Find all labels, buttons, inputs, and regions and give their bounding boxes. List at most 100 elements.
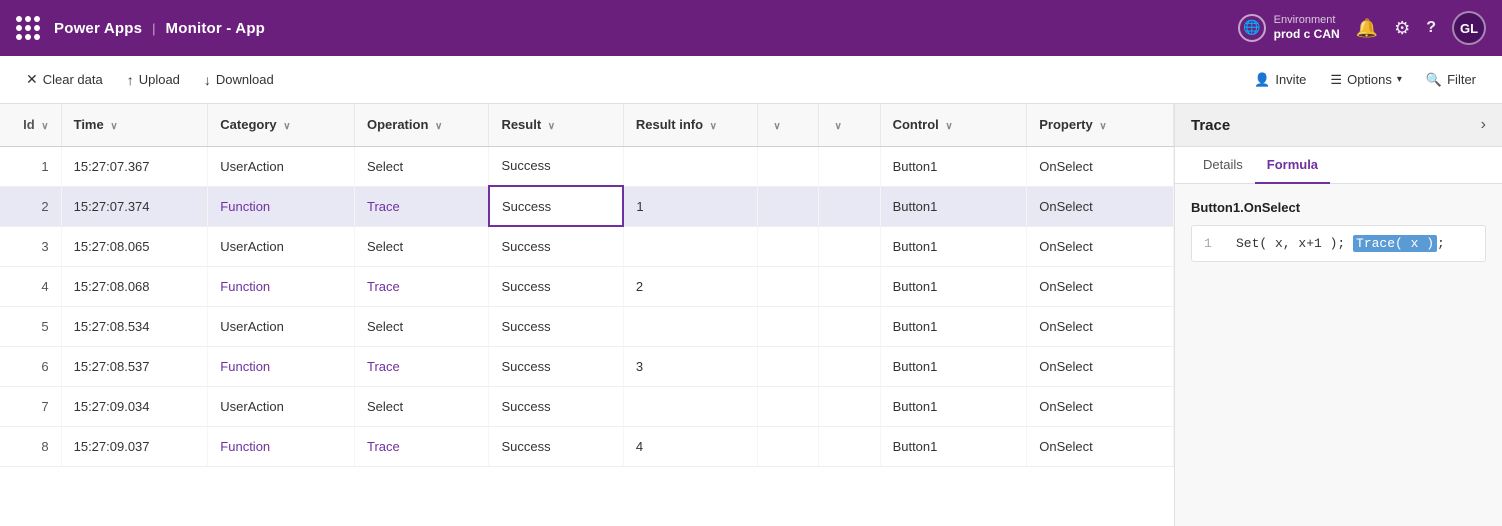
help-icon[interactable]: ?: [1426, 19, 1436, 37]
toolbar: ✕ Clear data ↑ Upload ↓ Download 👤 Invit…: [0, 56, 1502, 104]
table-row[interactable]: 8 15:27:09.037 Function Trace Success 4 …: [0, 426, 1174, 466]
cell-category: Function: [208, 186, 355, 226]
panel-header: Trace ›: [1175, 104, 1502, 147]
bell-icon[interactable]: 🔔: [1356, 18, 1378, 39]
col-header-extra1[interactable]: ∨: [758, 104, 819, 146]
panel-tabs: Details Formula: [1175, 147, 1502, 184]
col-header-operation[interactable]: Operation ∨: [354, 104, 488, 146]
cell-operation: Select: [354, 226, 488, 266]
cell-control: Button1: [880, 226, 1027, 266]
options-label: Options: [1347, 72, 1392, 87]
col-header-category[interactable]: Category ∨: [208, 104, 355, 146]
col-header-extra2[interactable]: ∨: [819, 104, 880, 146]
avatar[interactable]: GL: [1452, 11, 1486, 45]
cell-result: Success: [489, 386, 623, 426]
cell-category: UserAction: [208, 226, 355, 266]
cell-control: Button1: [880, 266, 1027, 306]
cell-extra2: [819, 146, 880, 186]
tab-formula[interactable]: Formula: [1255, 147, 1330, 184]
cell-resultinfo: 3: [623, 346, 757, 386]
cell-time: 15:27:08.534: [61, 306, 208, 346]
cell-resultinfo: [623, 146, 757, 186]
cell-time: 15:27:09.034: [61, 386, 208, 426]
waffle-icon[interactable]: [16, 16, 40, 40]
cell-resultinfo: 2: [623, 266, 757, 306]
filter-button[interactable]: 🔍 Filter: [1416, 66, 1486, 94]
cell-category: Function: [208, 346, 355, 386]
settings-icon[interactable]: ⚙: [1394, 18, 1410, 39]
formula-line: 1 Set( x, x+1 ); Trace( x );: [1204, 236, 1473, 251]
filter-icon: 🔍: [1426, 72, 1442, 88]
cell-id: 6: [0, 346, 61, 386]
environment-block[interactable]: 🌐 Environment prod c CAN: [1238, 13, 1340, 43]
clear-data-button[interactable]: ✕ Clear data: [16, 65, 113, 94]
table-row[interactable]: 1 15:27:07.367 UserAction Select Success…: [0, 146, 1174, 186]
table-body: 1 15:27:07.367 UserAction Select Success…: [0, 146, 1174, 466]
col-header-result[interactable]: Result ∨: [489, 104, 623, 146]
cell-property: OnSelect: [1027, 226, 1174, 266]
table-row[interactable]: 3 15:27:08.065 UserAction Select Success…: [0, 226, 1174, 266]
cell-time: 15:27:07.374: [61, 186, 208, 226]
cell-id: 4: [0, 266, 61, 306]
cell-time: 15:27:09.037: [61, 426, 208, 466]
cell-resultinfo: 4: [623, 426, 757, 466]
clear-data-label: Clear data: [43, 72, 103, 87]
toolbar-right: 👤 Invite ☰ Options ▾ 🔍 Filter: [1244, 66, 1486, 94]
filter-label: Filter: [1447, 72, 1476, 87]
upload-icon: ↑: [127, 72, 134, 88]
cell-extra1: [758, 426, 819, 466]
table-row[interactable]: 2 15:27:07.374 Function Trace Success 1 …: [0, 186, 1174, 226]
cell-extra1: [758, 266, 819, 306]
options-button[interactable]: ☰ Options ▾: [1320, 66, 1412, 94]
col-header-control[interactable]: Control ∨: [880, 104, 1027, 146]
panel-content: Button1.OnSelect 1 Set( x, x+1 ); Trace(…: [1175, 184, 1502, 526]
formula-text: Set( x, x+1 ); Trace( x );: [1236, 236, 1445, 251]
tab-details[interactable]: Details: [1191, 147, 1255, 184]
environment-text: Environment prod c CAN: [1274, 13, 1340, 43]
cell-control: Button1: [880, 386, 1027, 426]
col-header-property[interactable]: Property ∨: [1027, 104, 1174, 146]
cell-control: Button1: [880, 146, 1027, 186]
cell-property: OnSelect: [1027, 266, 1174, 306]
cell-extra2: [819, 306, 880, 346]
cell-id: 5: [0, 306, 61, 346]
topbar: Power Apps | Monitor - App 🌐 Environment…: [0, 0, 1502, 56]
cell-control: Button1: [880, 186, 1027, 226]
cell-extra2: [819, 266, 880, 306]
cell-control: Button1: [880, 426, 1027, 466]
col-header-resultinfo[interactable]: Result info ∨: [623, 104, 757, 146]
col-header-id[interactable]: Id ∨: [0, 104, 61, 146]
cell-extra2: [819, 186, 880, 226]
table-row[interactable]: 5 15:27:08.534 UserAction Select Success…: [0, 306, 1174, 346]
download-label: Download: [216, 72, 274, 87]
options-icon: ☰: [1330, 72, 1342, 88]
cell-extra1: [758, 346, 819, 386]
cell-control: Button1: [880, 306, 1027, 346]
table-row[interactable]: 7 15:27:09.034 UserAction Select Success…: [0, 386, 1174, 426]
cell-operation: Trace: [354, 266, 488, 306]
cell-extra1: [758, 226, 819, 266]
cell-property: OnSelect: [1027, 306, 1174, 346]
invite-button[interactable]: 👤 Invite: [1244, 66, 1316, 94]
cell-id: 8: [0, 426, 61, 466]
invite-icon: 👤: [1254, 72, 1270, 88]
cell-control: Button1: [880, 346, 1027, 386]
table-row[interactable]: 6 15:27:08.537 Function Trace Success 3 …: [0, 346, 1174, 386]
cell-id: 1: [0, 146, 61, 186]
cell-operation: Select: [354, 306, 488, 346]
app-title: Power Apps: [54, 20, 142, 37]
cell-extra1: [758, 146, 819, 186]
upload-label: Upload: [139, 72, 180, 87]
cell-operation: Trace: [354, 186, 488, 226]
cell-property: OnSelect: [1027, 346, 1174, 386]
panel-close-icon[interactable]: ›: [1481, 116, 1486, 134]
cell-property: OnSelect: [1027, 146, 1174, 186]
download-button[interactable]: ↓ Download: [194, 66, 284, 94]
cell-resultinfo: [623, 386, 757, 426]
upload-button[interactable]: ↑ Upload: [117, 66, 190, 94]
col-header-time[interactable]: Time ∨: [61, 104, 208, 146]
cell-operation: Select: [354, 146, 488, 186]
cell-time: 15:27:08.068: [61, 266, 208, 306]
app-subtitle: Monitor - App: [166, 20, 266, 37]
table-row[interactable]: 4 15:27:08.068 Function Trace Success 2 …: [0, 266, 1174, 306]
